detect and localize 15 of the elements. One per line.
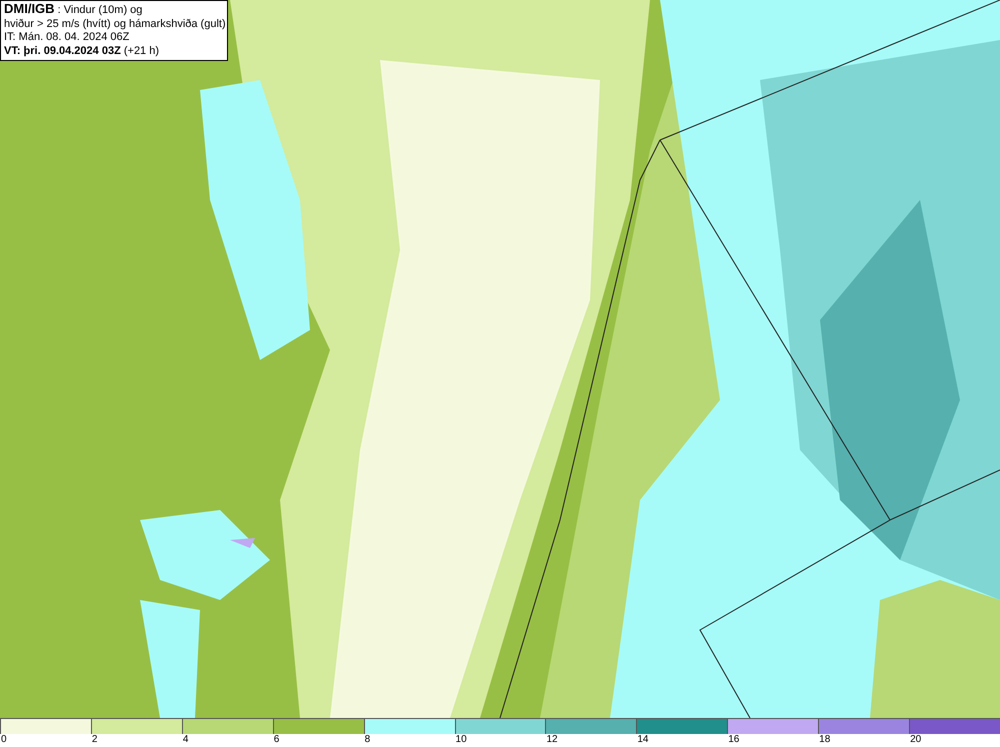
info-line: VT: þri. 09.04.2024 03Z (+21 h)	[4, 44, 160, 58]
scale-label: 14	[636, 734, 648, 746]
info-line: IT: Mán. 08. 04. 2024 06Z	[4, 31, 130, 44]
scale-label: 8	[364, 734, 370, 746]
info-line: hviður > 25 m/s (hvítt) og hámarkshviða (gult)	[4, 18, 224, 31]
scale-label: 2	[90, 734, 98, 746]
scale-label: 18	[818, 734, 830, 746]
scale-label: 12	[545, 734, 558, 746]
scale-label: 10	[454, 734, 467, 746]
scale-label: 0	[0, 734, 7, 746]
scale-label: 6	[272, 734, 280, 746]
info-line: DMI/IGB : Vindur (10m) og	[4, 2, 144, 18]
scale-label: 4	[182, 734, 188, 746]
scale-label: 16	[727, 734, 740, 746]
scale-label: 20	[909, 734, 922, 746]
